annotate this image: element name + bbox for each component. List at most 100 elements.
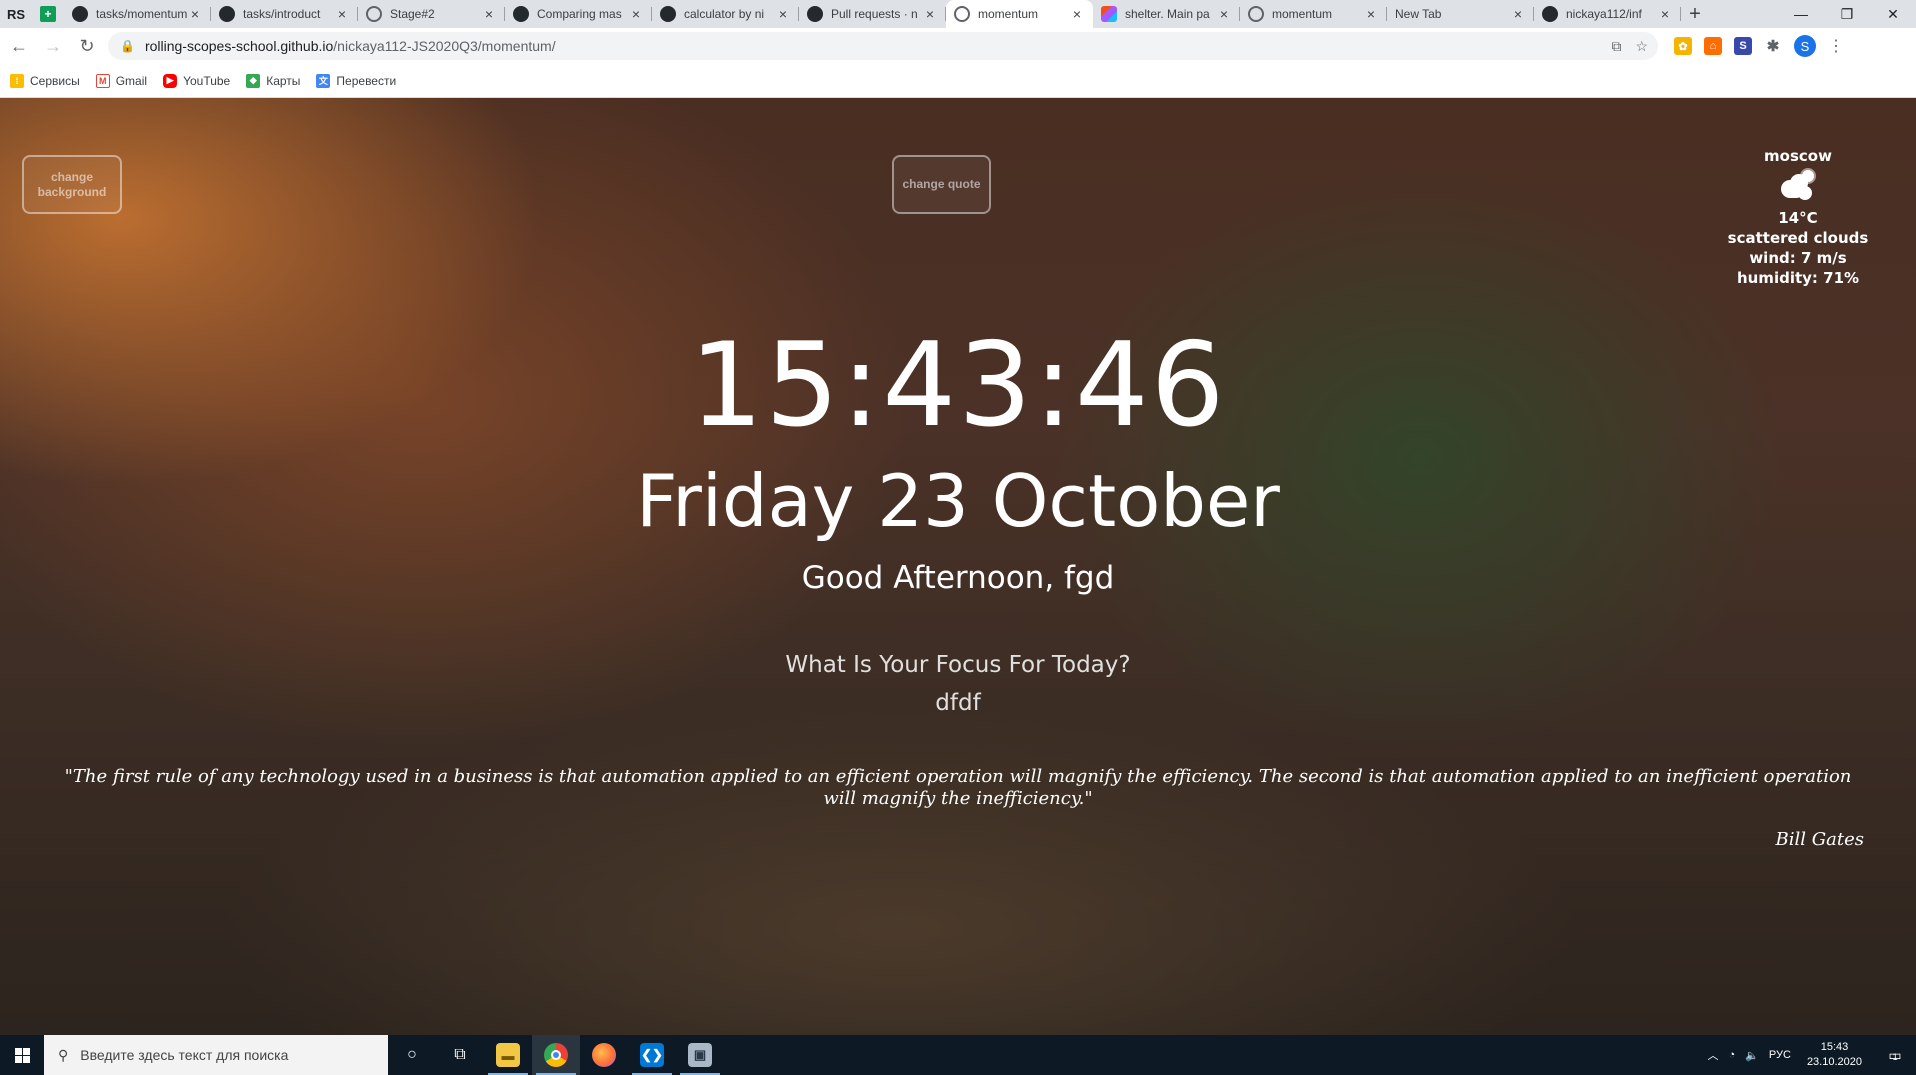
globe-icon [1248, 6, 1264, 22]
bookmark-services[interactable]: ⁞ Сервисы [10, 73, 80, 88]
tab-title: tasks/introduct [243, 7, 321, 21]
focus-question: What Is Your Focus For Today? [785, 652, 1131, 678]
taskbar-app[interactable]: ▣ [676, 1035, 724, 1075]
address-bar[interactable]: 🔒 rolling-scopes-school.github.io/nickay… [108, 32, 1658, 60]
taskbar-clock[interactable]: 15:43 23.10.2020 [1801, 1040, 1868, 1070]
chevron-up-icon[interactable]: ︿ [1708, 1047, 1719, 1063]
vscode-icon: ❮❯ [640, 1043, 664, 1067]
window-controls: — ❐ ✕ [1778, 0, 1916, 28]
focus-input[interactable]: dfdf [0, 688, 1916, 718]
github-icon [660, 6, 676, 22]
pinned-tab-rs[interactable]: RS [0, 0, 32, 28]
close-tab-icon[interactable]: × [1363, 6, 1379, 22]
tab-calculator[interactable]: calculator by ni × [652, 0, 799, 28]
bookmark-gmail[interactable]: M Gmail [95, 73, 148, 88]
close-tab-icon[interactable]: × [334, 6, 350, 22]
weather-temperature: 14°C [1778, 209, 1818, 227]
search-icon: ⚲ [58, 1046, 69, 1063]
lock-icon: 🔒 [120, 39, 135, 53]
bookmark-label: YouTube [183, 73, 231, 88]
tab-shelter[interactable]: shelter. Main pa × [1093, 0, 1240, 28]
tab-stage2[interactable]: Stage#2 × [358, 0, 505, 28]
apps-grid-icon: ⁞ [10, 73, 24, 88]
cortana-button[interactable]: ○ [388, 1035, 436, 1075]
tab-title: Stage#2 [390, 7, 435, 21]
url-path: /nickaya112-JS2020Q3/momentum/ [333, 38, 556, 54]
new-tab-button[interactable]: + [1681, 0, 1709, 28]
window-app-icon: ▣ [688, 1043, 712, 1067]
back-button[interactable]: ← [4, 31, 34, 61]
taskbar-vscode[interactable]: ❮❯ [628, 1035, 676, 1075]
chrome-icon [544, 1043, 568, 1067]
extension-lock-icon[interactable]: ⌂ [1704, 37, 1722, 55]
close-tab-icon[interactable]: × [922, 6, 938, 22]
globe-icon [366, 6, 382, 22]
github-icon [219, 6, 235, 22]
extensions-puzzle-icon[interactable]: ✱ [1764, 37, 1782, 55]
close-window-button[interactable]: ✕ [1870, 0, 1916, 28]
task-view-button[interactable]: ⧉ [436, 1035, 484, 1075]
extension-flower-icon[interactable]: ✿ [1674, 37, 1692, 55]
close-tab-icon[interactable]: × [481, 6, 497, 22]
translate-icon: 文 [316, 73, 331, 88]
change-background-button[interactable]: change background [22, 155, 122, 214]
arrow-left-icon: ← [10, 35, 28, 56]
weather-widget: moscow 14°C scattered clouds wind: 7 m/s… [1718, 146, 1878, 288]
weather-humidity: humidity: 71% [1736, 269, 1860, 287]
close-tab-icon[interactable]: × [1216, 6, 1232, 22]
change-quote-button[interactable]: change quote [892, 155, 991, 214]
tab-comparing[interactable]: Comparing mas × [505, 0, 652, 28]
start-button[interactable] [0, 1035, 44, 1075]
bookmark-youtube[interactable]: ▶ YouTube [163, 73, 231, 88]
profile-avatar[interactable]: S [1794, 35, 1816, 57]
tab-new-tab[interactable]: New Tab × [1387, 0, 1534, 28]
taskbar-explorer[interactable]: ▬ [484, 1035, 532, 1075]
tab-tasks-introduct[interactable]: tasks/introduct × [211, 0, 358, 28]
menu-kebab-icon[interactable]: ⋮ [1828, 36, 1844, 56]
bookmark-star-icon[interactable]: ☆ [1635, 38, 1648, 55]
close-tab-icon[interactable]: × [1657, 6, 1673, 22]
maximize-button[interactable]: ❐ [1824, 0, 1870, 28]
taskbar-search-box[interactable]: ⚲ Введите здесь текст для поиска [44, 1035, 388, 1075]
tab-momentum-active[interactable]: momentum × [946, 0, 1093, 28]
windows-taskbar: ⚲ Введите здесь текст для поиска ○ ⧉ ▬ ❮… [0, 1035, 1916, 1075]
translate-page-icon[interactable]: ⧉ [1611, 38, 1621, 55]
greeting[interactable]: Good Afternoon, fgd [0, 558, 1916, 598]
extension-s-icon[interactable]: S [1734, 37, 1752, 55]
weather-description: scattered clouds [1727, 229, 1869, 247]
scattered-clouds-icon [1718, 168, 1878, 206]
close-tab-icon[interactable]: × [628, 6, 644, 22]
network-icon[interactable]: ◔ [1729, 1049, 1736, 1061]
close-tab-icon[interactable]: × [187, 6, 203, 22]
minimize-button[interactable]: — [1778, 0, 1824, 28]
clock-time-label: 15:43 [1820, 1041, 1849, 1053]
action-center-button[interactable]: ▭ 1 [1878, 1035, 1908, 1075]
cortana-circle-icon: ○ [407, 1046, 417, 1063]
clock-date-label: 23.10.2020 [1806, 1056, 1862, 1068]
forward-button[interactable]: → [38, 31, 68, 61]
tab-nickaya-inf[interactable]: nickaya112/inf × [1534, 0, 1681, 28]
maps-icon: ◆ [246, 73, 261, 88]
volume-icon[interactable]: 🔈 [1745, 1049, 1759, 1062]
weather-city[interactable]: moscow [1718, 146, 1878, 166]
youtube-icon: ▶ [163, 73, 178, 88]
bookmark-translate[interactable]: 文 Перевести [316, 73, 397, 88]
taskbar-chrome[interactable] [532, 1035, 580, 1075]
bookmark-maps[interactable]: ◆ Карты [246, 73, 300, 88]
tab-tasks-momentum[interactable]: tasks/momentum × [64, 0, 211, 28]
tab-momentum[interactable]: momentum × [1240, 0, 1387, 28]
momentum-page: change background change quote moscow 14… [0, 98, 1916, 1035]
close-tab-icon[interactable]: × [775, 6, 791, 22]
pinned-tab-sheets[interactable]: + [32, 0, 64, 28]
reload-button[interactable]: ↻ [72, 31, 102, 61]
bookmark-label: Перевести [336, 73, 397, 88]
close-tab-icon[interactable]: × [1510, 6, 1526, 22]
taskbar-firefox[interactable] [580, 1035, 628, 1075]
tab-title: calculator by ni [684, 7, 765, 21]
extensions-area: ✿ ⌂ S ✱ S ⋮ [1674, 35, 1844, 57]
language-indicator[interactable]: РУС [1769, 1049, 1791, 1061]
bookmark-label: Сервисы [30, 73, 80, 88]
bookmark-label: Gmail [115, 73, 148, 88]
close-tab-icon[interactable]: × [1069, 6, 1085, 22]
tab-pull-requests[interactable]: Pull requests · n × [799, 0, 946, 28]
